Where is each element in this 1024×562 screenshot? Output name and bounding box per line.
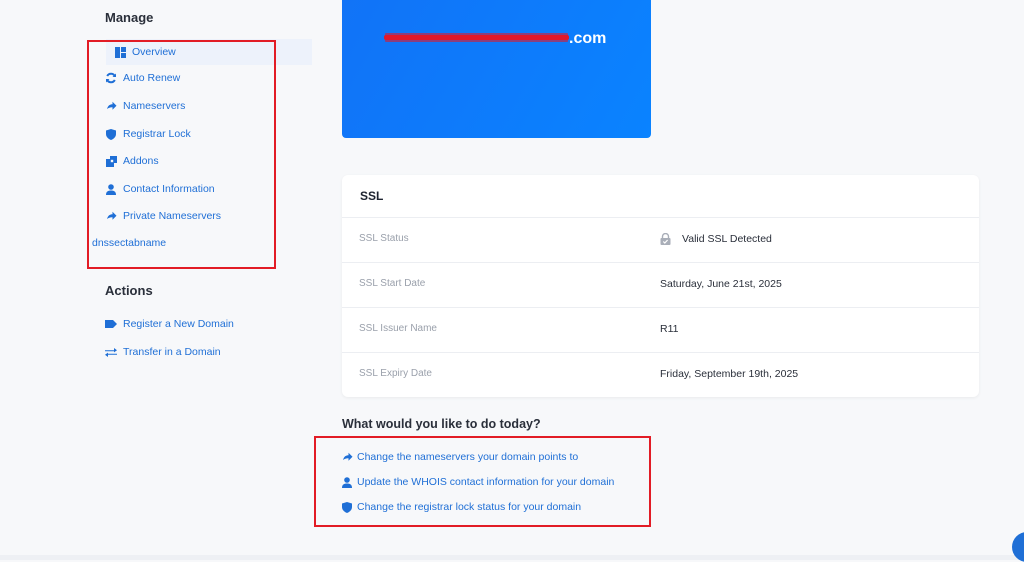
page-footer-strip	[0, 555, 1024, 560]
shield-icon	[105, 128, 117, 140]
sidebar-item-label: Private Nameservers	[123, 210, 222, 222]
domain-name: .com	[384, 30, 606, 48]
ssl-status-value: Valid SSL Detected	[682, 233, 772, 245]
ssl-row-value: Saturday, June 21st, 2025	[660, 278, 782, 290]
auto-renew-icon	[105, 72, 117, 84]
ssl-row-start-date: SSL Start Date Saturday, June 21st, 2025	[342, 262, 979, 308]
ssl-row-expiry-date: SSL Expiry Date Friday, September 19th, …	[342, 352, 979, 398]
sidebar-item-label: Auto Renew	[123, 72, 181, 84]
ssl-row-value: R11	[660, 323, 679, 335]
arrow-right-icon	[105, 100, 117, 112]
redacted-domain-mark	[384, 35, 569, 41]
sidebar-item-overview[interactable]: Overview	[106, 39, 312, 65]
user-icon	[342, 476, 353, 488]
ssl-row-status: SSL Status Valid SSL Detected	[342, 217, 979, 263]
sidebar-item-addons[interactable]: Addons	[105, 149, 159, 173]
domain-suffix: .com	[569, 30, 607, 47]
sidebar-item-label: Addons	[123, 155, 159, 167]
user-icon	[105, 183, 117, 195]
ssl-card: SSL SSL Status Valid SSL Detected SSL St…	[342, 175, 979, 397]
ssl-row-label: SSL Issuer Name	[359, 323, 437, 334]
sidebar-item-nameservers[interactable]: Nameservers	[105, 94, 185, 118]
todo-link-label: Change the registrar lock status for you…	[357, 501, 582, 513]
todo-link-label: Update the WHOIS contact information for…	[357, 476, 615, 488]
arrow-right-icon	[342, 452, 353, 463]
sidebar-item-dnssec[interactable]: dnssectabname	[92, 231, 166, 255]
ssl-row-label: SSL Start Date	[359, 278, 426, 289]
sidebar-item-auto-renew[interactable]: Auto Renew	[105, 66, 180, 90]
overview-icon	[114, 46, 126, 58]
tag-icon	[105, 318, 117, 330]
shield-icon	[342, 501, 353, 513]
change-nameservers-link[interactable]: Change the nameservers your domain point…	[342, 448, 578, 466]
sidebar-item-private-nameservers[interactable]: Private Nameservers	[105, 204, 221, 228]
ssl-row-issuer: SSL Issuer Name R11	[342, 307, 979, 353]
sidebar-item-register-domain[interactable]: Register a New Domain	[105, 312, 234, 336]
arrow-right-icon	[105, 210, 117, 222]
sidebar-item-label: Transfer in a Domain	[123, 346, 221, 358]
todo-link-label: Change the nameservers your domain point…	[357, 451, 579, 463]
change-registrar-lock-link[interactable]: Change the registrar lock status for you…	[342, 498, 581, 516]
addons-icon	[105, 155, 117, 167]
ssl-row-value: Friday, September 19th, 2025	[660, 368, 799, 380]
actions-heading: Actions	[105, 283, 153, 298]
update-whois-link[interactable]: Update the WHOIS contact information for…	[342, 473, 614, 491]
ssl-row-value: Valid SSL Detected	[660, 232, 772, 245]
sidebar-item-label: Overview	[132, 46, 176, 58]
todo-heading: What would you like to do today?	[342, 417, 541, 431]
domain-banner: .com	[342, 0, 651, 138]
sidebar-item-transfer-domain[interactable]: Transfer in a Domain	[105, 340, 221, 364]
sidebar-item-contact-information[interactable]: Contact Information	[105, 177, 215, 201]
sidebar-item-label: Register a New Domain	[123, 318, 234, 330]
ssl-row-label: SSL Status	[359, 233, 409, 244]
manage-heading: Manage	[105, 10, 154, 25]
ssl-card-title: SSL	[360, 189, 384, 203]
sidebar-item-label: dnssectabname	[92, 237, 167, 249]
sidebar-item-label: Registrar Lock	[123, 128, 191, 140]
sidebar-item-registrar-lock[interactable]: Registrar Lock	[105, 122, 191, 146]
transfer-icon	[105, 346, 117, 358]
lock-icon	[660, 232, 672, 245]
sidebar-item-label: Contact Information	[123, 183, 215, 195]
sidebar-item-label: Nameservers	[123, 100, 186, 112]
ssl-row-label: SSL Expiry Date	[359, 368, 432, 379]
